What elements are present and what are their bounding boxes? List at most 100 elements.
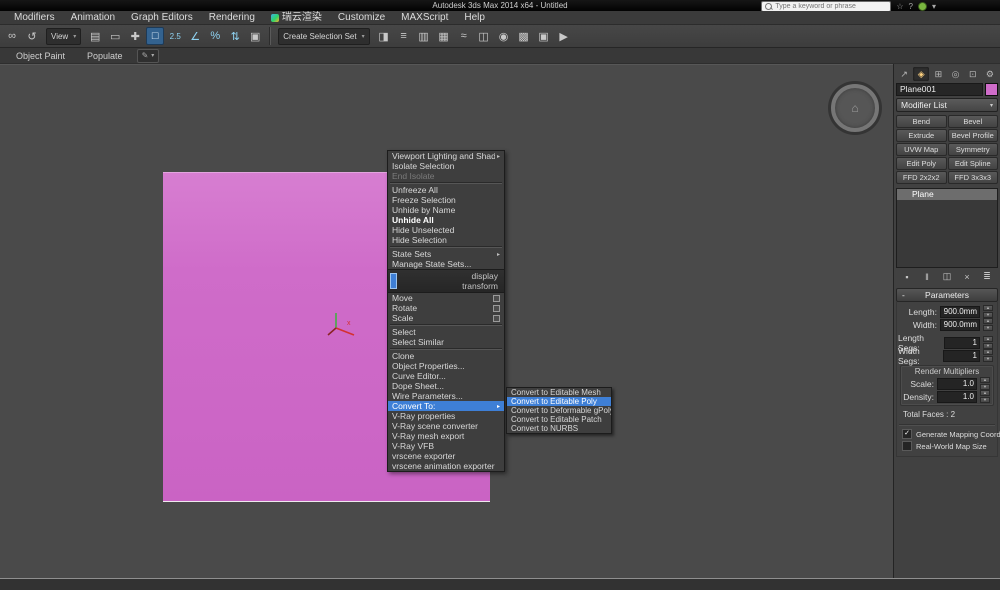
quad-item-unhide-all[interactable]: Unhide All — [388, 215, 504, 225]
select-and-move-icon[interactable]: ✚ — [126, 27, 144, 45]
parameters-rollout-header[interactable]: - Parameters — [896, 288, 998, 302]
show-end-result-icon[interactable]: ‖ — [921, 272, 933, 282]
modifier-button-symmetry[interactable]: Symmetry — [948, 143, 999, 156]
submenu-item-convert-to-editable-patch[interactable]: Convert to Editable Patch — [507, 415, 611, 424]
menu-rendering[interactable]: Rendering — [201, 11, 263, 24]
checkbox-generate-mapping-coords[interactable]: ✓Generate Mapping Coords. — [898, 428, 996, 440]
menu-graph-editors[interactable]: Graph Editors — [123, 11, 201, 24]
quad-item-hide-selection[interactable]: Hide Selection — [388, 235, 504, 245]
spinner-down-icon[interactable]: ▼ — [983, 325, 993, 331]
ribbon-toggle-icon[interactable]: ▦ — [435, 27, 453, 45]
help-icon[interactable]: ? — [909, 2, 913, 11]
modifier-button-bevel-profile[interactable]: Bevel Profile — [948, 129, 999, 142]
checkbox-box-icon[interactable]: ✓ — [902, 429, 912, 439]
steering-wheel[interactable]: ⌂ — [831, 84, 879, 132]
param-value-scale[interactable]: 1.0 — [937, 378, 977, 390]
render-production-icon[interactable]: ▶ — [555, 27, 573, 45]
param-value-width[interactable]: 900.0mm — [940, 319, 980, 331]
motion-tab[interactable]: ◎ — [948, 67, 964, 81]
param-value-length-segs[interactable]: 1 — [944, 337, 980, 349]
utilities-tab[interactable]: ⚙ — [982, 67, 998, 81]
spinner-down-icon[interactable]: ▼ — [980, 397, 990, 403]
quad-header-transform[interactable]: transform — [388, 281, 504, 291]
spinner-up-icon[interactable]: ▲ — [983, 336, 993, 342]
align-icon[interactable]: ≡ — [395, 27, 413, 45]
quad-item-manage-state-sets[interactable]: Manage State Sets... — [388, 259, 504, 269]
quad-item-v-ray-scene-converter[interactable]: V-Ray scene converter — [388, 421, 504, 431]
chevron-down-icon[interactable]: ▾ — [932, 2, 936, 11]
undo-icon[interactable]: ↺ — [23, 27, 41, 45]
quad-item-v-ray-vfb[interactable]: V-Ray VFB — [388, 441, 504, 451]
remove-modifier-icon[interactable]: × — [961, 272, 973, 282]
configure-modifier-sets-icon[interactable]: ≣ — [981, 271, 993, 282]
settings-box-icon[interactable] — [493, 305, 500, 312]
stack-item-plane[interactable]: Plane — [897, 189, 997, 200]
menu-modifiers[interactable]: Modifiers — [6, 11, 63, 24]
settings-box-icon[interactable] — [493, 295, 500, 302]
hierarchy-tab[interactable]: ⊞ — [930, 67, 946, 81]
mirror-icon[interactable]: ◨ — [375, 27, 393, 45]
spinner-up-icon[interactable]: ▲ — [980, 377, 990, 383]
ribbon-tools[interactable]: ✎ ▾ — [137, 49, 160, 63]
quad-item-v-ray-properties[interactable]: V-Ray properties — [388, 411, 504, 421]
snaps-toggle-icon[interactable]: 2.5 — [166, 27, 184, 45]
quad-item-end-isolate[interactable]: End Isolate — [388, 171, 504, 181]
selection-region-icon[interactable]: ▭ — [106, 27, 124, 45]
quad-item-move[interactable]: Move — [388, 293, 504, 303]
modifier-button-bevel[interactable]: Bevel — [948, 115, 999, 128]
object-color-swatch[interactable] — [985, 83, 998, 96]
menu-cloud-render[interactable]: 瑞云渲染 — [263, 11, 330, 24]
menu-animation[interactable]: Animation — [63, 11, 123, 24]
quad-item-vrscene-exporter[interactable]: vrscene exporter — [388, 451, 504, 461]
display-tab[interactable]: ⊡ — [965, 67, 981, 81]
modifier-button-bend[interactable]: Bend — [896, 115, 947, 128]
spinner-up-icon[interactable]: ▲ — [983, 305, 993, 311]
param-value-density[interactable]: 1.0 — [937, 391, 977, 403]
pin-stack-icon[interactable]: ▪ — [901, 272, 913, 282]
param-value-length[interactable]: 900.0mm — [940, 306, 980, 318]
make-unique-icon[interactable]: ◫ — [941, 271, 953, 282]
submenu-item-convert-to-nurbs[interactable]: Convert to NURBS — [507, 424, 611, 433]
settings-box-icon[interactable] — [493, 315, 500, 322]
create-tab[interactable]: ↗ — [896, 67, 912, 81]
rendered-frame-icon[interactable]: ▣ — [535, 27, 553, 45]
star-icon[interactable]: ☆ — [896, 2, 903, 11]
quad-item-clone[interactable]: Clone — [388, 351, 504, 361]
sign-in-icon[interactable] — [918, 2, 927, 11]
select-object-icon[interactable]: □ — [146, 27, 164, 45]
quad-item-object-properties[interactable]: Object Properties... — [388, 361, 504, 371]
quad-item-scale[interactable]: Scale — [388, 313, 504, 323]
quad-item-unhide-by-name[interactable]: Unhide by Name — [388, 205, 504, 215]
quad-header-display[interactable]: display — [388, 271, 504, 281]
submenu-item-convert-to-editable-poly[interactable]: Convert to Editable Poly — [507, 397, 611, 406]
quad-item-v-ray-mesh-export[interactable]: V-Ray mesh export — [388, 431, 504, 441]
quad-item-vrscene-animation-exporter[interactable]: vrscene animation exporter — [388, 461, 504, 471]
modifier-button-edit-spline[interactable]: Edit Spline — [948, 157, 999, 170]
menu-customize[interactable]: Customize — [330, 11, 393, 24]
layer-manager-icon[interactable]: ▥ — [415, 27, 433, 45]
quad-item-wire-parameters[interactable]: Wire Parameters... — [388, 391, 504, 401]
modifier-button-ffd-3x3x3[interactable]: FFD 3x3x3 — [948, 171, 999, 184]
quad-item-freeze-selection[interactable]: Freeze Selection — [388, 195, 504, 205]
param-value-width-segs[interactable]: 1 — [943, 350, 980, 362]
modifier-list-dropdown[interactable]: Modifier List ▾ — [896, 98, 998, 112]
quad-item-dope-sheet[interactable]: Dope Sheet... — [388, 381, 504, 391]
menu-maxscript[interactable]: MAXScript — [393, 11, 456, 24]
modifier-button-edit-poly[interactable]: Edit Poly — [896, 157, 947, 170]
named-selection-set-dropdown[interactable]: Create Selection Set▾ — [278, 28, 369, 45]
quad-item-unfreeze-all[interactable]: Unfreeze All — [388, 185, 504, 195]
select-and-link-icon[interactable]: ∞ — [3, 27, 21, 45]
object-name-field[interactable]: Plane001 — [896, 83, 983, 96]
quad-item-select[interactable]: Select — [388, 327, 504, 337]
spinner-down-icon[interactable]: ▼ — [983, 356, 993, 362]
modifier-stack[interactable]: Plane — [896, 188, 998, 268]
checkbox-box-icon[interactable] — [902, 441, 912, 451]
quad-item-hide-unselected[interactable]: Hide Unselected — [388, 225, 504, 235]
modifier-button-extrude[interactable]: Extrude — [896, 129, 947, 142]
search-input[interactable] — [775, 3, 887, 11]
tab-populate[interactable]: Populate — [79, 48, 131, 64]
curve-editor-icon[interactable]: ≈ — [455, 27, 473, 45]
material-editor-icon[interactable]: ◉ — [495, 27, 513, 45]
reference-coordinate-dropdown[interactable]: View▾ — [46, 28, 81, 45]
angle-snap-icon[interactable]: ∠ — [186, 27, 204, 45]
